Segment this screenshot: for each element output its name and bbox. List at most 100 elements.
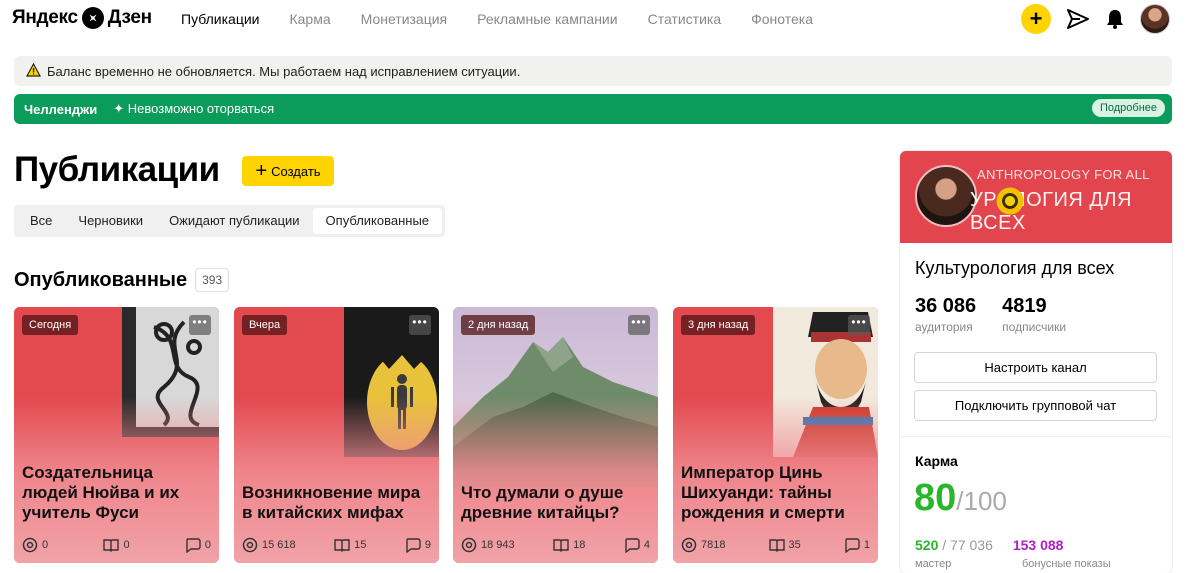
logo-yandex: Яндекс — [12, 7, 78, 28]
logo[interactable]: Яндекс Дзен — [12, 7, 152, 29]
reads-stat: 0 — [103, 537, 130, 553]
card-date: Сегодня — [22, 315, 79, 335]
views-stat: 18 943 — [461, 537, 515, 553]
card-date: 2 дня назад — [461, 315, 536, 335]
create-button-label: Создать — [271, 163, 321, 179]
audience-value: 36 086 — [915, 295, 977, 317]
card-more-icon[interactable]: ••• — [628, 315, 650, 335]
publication-card[interactable]: Вчера ••• Возникновение мира в китайских… — [234, 307, 439, 563]
card-title[interactable]: Что думали о душе древние китайцы? — [461, 483, 652, 523]
channel-metrics: 36 086 аудитория 4819 подписчики — [915, 295, 1092, 334]
subscribers-metric: 4819 подписчики — [1002, 295, 1066, 334]
subscribers-label: подписчики — [1002, 320, 1067, 334]
comment-icon — [186, 538, 201, 553]
published-count-badge: 393 — [195, 268, 230, 292]
dzen-logo-icon — [81, 7, 104, 29]
bonus-views-value: 153 088 — [1012, 537, 1064, 553]
card-title[interactable]: Создательница людей Нюйва и их учитель Ф… — [22, 463, 213, 523]
reads-stat: 35 — [768, 537, 801, 553]
book-icon — [553, 539, 569, 552]
group-chat-button[interactable]: Подключить групповой чат — [914, 390, 1157, 421]
publication-card[interactable]: Сегодня ••• Создательница людей Нюйва и … — [14, 307, 219, 563]
tab-all[interactable]: Все — [17, 208, 65, 234]
challenge-title: Челленджи — [24, 101, 98, 117]
views-icon — [681, 537, 697, 553]
card-more-icon[interactable]: ••• — [189, 315, 211, 335]
top-bar: Яндекс Дзен Публикации Карма Монетизация… — [0, 0, 1200, 38]
reads-count: 18 — [573, 539, 586, 551]
views-stat: 0 — [22, 537, 48, 553]
views-stat: 7818 — [681, 537, 725, 553]
views-icon — [461, 537, 477, 553]
configure-channel-button[interactable]: Настроить канал — [914, 352, 1157, 383]
tab-pending[interactable]: Ожидают публикации — [156, 208, 312, 234]
tab-published[interactable]: Опубликованные — [312, 208, 443, 234]
warning-icon — [25, 62, 42, 80]
card-more-icon[interactable]: ••• — [409, 315, 431, 335]
story-ring-icon — [993, 184, 1027, 218]
challenge-more-button[interactable]: Подробнее — [1091, 99, 1165, 117]
karma-score: 80/100 — [914, 477, 1007, 520]
channel-name[interactable]: Культурология для всех — [915, 258, 1114, 279]
karma-value: 80 — [914, 477, 957, 519]
comments-count: 1 — [863, 539, 870, 551]
master-max: / 77 036 — [938, 537, 993, 553]
comments-count: 4 — [643, 539, 650, 551]
create-plus-button[interactable]: + — [1021, 4, 1051, 34]
views-count: 0 — [42, 539, 49, 551]
views-count: 7818 — [701, 539, 726, 551]
comment-icon — [625, 538, 640, 553]
comment-icon — [406, 538, 421, 553]
challenge-banner[interactable]: Челленджи ✦ Невозможно оторваться Подроб… — [14, 94, 1172, 124]
main-nav: Публикации Карма Монетизация Рекламные к… — [181, 11, 843, 27]
comment-icon — [845, 538, 860, 553]
channel-avatar[interactable] — [915, 165, 977, 227]
nav-publications[interactable]: Публикации — [181, 11, 259, 27]
create-button[interactable]: + Создать — [242, 156, 334, 186]
comments-stat: 9 — [405, 537, 431, 553]
divider — [900, 436, 1172, 437]
views-icon — [22, 537, 38, 553]
card-title[interactable]: Император Цинь Шихуанди: тайны рождения … — [681, 463, 872, 523]
book-icon — [334, 539, 350, 552]
comments-stat: 0 — [185, 537, 211, 553]
views-icon — [242, 537, 258, 553]
audience-label: аудитория — [915, 320, 973, 334]
publication-card[interactable]: 3 дня назад ••• Император Цинь Шихуанди:… — [673, 307, 878, 563]
challenge-text: ✦ Невозможно оторваться — [113, 101, 275, 116]
reads-count: 0 — [123, 539, 130, 551]
nav-monetization[interactable]: Монетизация — [361, 11, 448, 27]
balance-notice: Баланс временно не обновляется. Мы работ… — [14, 56, 1172, 86]
user-avatar[interactable] — [1140, 4, 1170, 34]
nav-ad-campaigns[interactable]: Рекламные кампании — [477, 11, 617, 27]
comments-count: 0 — [204, 539, 211, 551]
reads-count: 35 — [788, 539, 801, 551]
card-more-icon[interactable]: ••• — [848, 315, 870, 335]
nav-karma[interactable]: Карма — [289, 11, 330, 27]
master-score: 520 / 77 036 — [915, 537, 993, 553]
section-title: Опубликованные — [14, 268, 188, 291]
book-icon — [768, 539, 785, 552]
send-icon[interactable] — [1066, 7, 1090, 31]
channel-sidebar: ANTHROPOLOGY FOR ALL УРОЛОГИЯ ДЛЯ ВСЕХ К… — [900, 151, 1172, 573]
karma-max: /100 — [956, 486, 1007, 516]
nav-statistics[interactable]: Статистика — [648, 11, 722, 27]
karma-title: Карма — [915, 453, 958, 469]
book-icon — [103, 539, 120, 552]
logo-dzen: Дзен — [107, 7, 152, 28]
audience-metric: 36 086 аудитория — [915, 295, 976, 334]
nav-phonoteka[interactable]: Фонотека — [751, 11, 813, 27]
page-title: Публикации — [14, 150, 220, 189]
card-stats: 7818 35 1 — [681, 537, 870, 553]
comments-count: 9 — [424, 539, 431, 551]
master-value: 520 — [915, 537, 939, 553]
tab-drafts[interactable]: Черновики — [65, 208, 156, 234]
subscribers-value: 4819 — [1002, 295, 1047, 317]
card-date: Вчера — [242, 315, 288, 335]
publication-card[interactable]: 2 дня назад ••• Что думали о душе древни… — [453, 307, 658, 563]
banner-text-top: ANTHROPOLOGY FOR ALL — [977, 167, 1150, 182]
card-title[interactable]: Возникновение мира в китайских мифах — [242, 483, 433, 523]
comments-stat: 1 — [844, 537, 870, 553]
bell-icon[interactable] — [1103, 7, 1127, 31]
card-stats: 18 943 18 4 — [461, 537, 650, 553]
